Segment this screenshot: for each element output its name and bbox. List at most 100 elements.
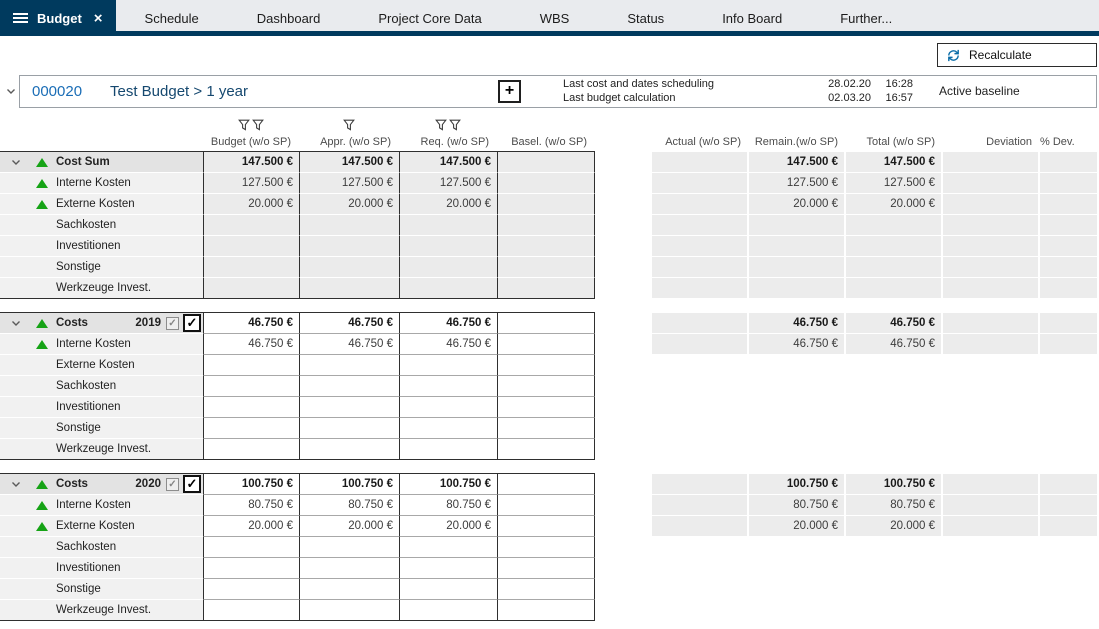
cell[interactable] — [203, 558, 299, 579]
tab-project-core-data[interactable]: Project Core Data — [349, 0, 510, 36]
cell[interactable] — [497, 558, 595, 579]
cell[interactable] — [399, 558, 497, 579]
cell[interactable]: 80.750 € — [299, 495, 399, 516]
cell[interactable] — [299, 558, 399, 579]
row-header[interactable]: Sachkosten — [0, 215, 203, 236]
recalculate-button[interactable]: Recalculate — [937, 43, 1097, 67]
row-header[interactable]: Investitionen — [0, 397, 203, 418]
cell[interactable] — [203, 537, 299, 558]
cell[interactable] — [203, 418, 299, 439]
cell[interactable] — [299, 397, 399, 418]
cell[interactable]: 20.000 € — [203, 516, 299, 537]
cell[interactable] — [497, 397, 595, 418]
column-header[interactable]: Actual (w/o SP) — [652, 133, 749, 152]
column-header[interactable]: Appr. (w/o SP) — [299, 133, 399, 152]
row-header[interactable]: Investitionen — [0, 558, 203, 579]
cell[interactable]: 20.000 € — [299, 516, 399, 537]
add-button[interactable]: + — [498, 80, 521, 103]
cell[interactable] — [399, 600, 497, 621]
column-header[interactable]: Remain.(w/o SP) — [749, 133, 846, 152]
tab-schedule[interactable]: Schedule — [116, 0, 228, 36]
cell[interactable] — [497, 418, 595, 439]
year-checkbox[interactable]: ✓ — [183, 314, 201, 332]
tab-further[interactable]: Further... — [811, 0, 921, 36]
cell[interactable] — [399, 579, 497, 600]
row-header[interactable]: Costs2019✓✓ — [0, 313, 203, 334]
cell[interactable] — [399, 439, 497, 460]
cell[interactable] — [299, 355, 399, 376]
tab-status[interactable]: Status — [598, 0, 693, 36]
column-header[interactable]: Total (w/o SP) — [846, 133, 943, 152]
row-header[interactable]: Costs2020✓✓ — [0, 474, 203, 495]
cell[interactable] — [497, 313, 595, 334]
cell[interactable] — [299, 439, 399, 460]
tab-wbs[interactable]: WBS — [511, 0, 599, 36]
row-header[interactable]: Sonstige — [0, 257, 203, 278]
tab-budget[interactable]: Budget× — [0, 0, 116, 36]
cell[interactable] — [497, 600, 595, 621]
close-tab-icon[interactable]: × — [94, 11, 103, 26]
row-header[interactable]: Werkzeuge Invest. — [0, 600, 203, 621]
cell[interactable]: 46.750 € — [399, 313, 497, 334]
cell[interactable]: 20.000 € — [399, 516, 497, 537]
column-header[interactable]: Budget (w/o SP) — [203, 133, 299, 152]
expand-chevron-icon[interactable] — [11, 481, 21, 488]
cell[interactable] — [299, 579, 399, 600]
expand-chevron-icon[interactable] — [11, 159, 21, 166]
tab-info-board[interactable]: Info Board — [693, 0, 811, 36]
cell[interactable] — [497, 495, 595, 516]
filter-icon[interactable] — [238, 119, 250, 131]
cell[interactable] — [497, 537, 595, 558]
column-header[interactable]: % Dev. — [1040, 133, 1099, 152]
column-header[interactable]: Basel. (w/o SP) — [497, 133, 595, 152]
row-header[interactable]: Cost Sum — [0, 152, 203, 173]
project-expand-chevron-icon[interactable] — [2, 88, 19, 95]
cell[interactable] — [399, 355, 497, 376]
row-header[interactable]: Interne Kosten — [0, 173, 203, 194]
cell[interactable] — [299, 600, 399, 621]
cell[interactable] — [497, 516, 595, 537]
row-header[interactable]: Sonstige — [0, 418, 203, 439]
filter-icon[interactable] — [343, 119, 355, 131]
cell[interactable]: 46.750 € — [203, 313, 299, 334]
cell[interactable]: 46.750 € — [299, 313, 399, 334]
cell[interactable] — [399, 376, 497, 397]
cell[interactable] — [497, 579, 595, 600]
year-checkbox[interactable]: ✓ — [183, 475, 201, 493]
cell[interactable] — [203, 397, 299, 418]
cell[interactable] — [399, 418, 497, 439]
cell[interactable] — [497, 474, 595, 495]
cell[interactable] — [399, 397, 497, 418]
cell[interactable]: 100.750 € — [399, 474, 497, 495]
cell[interactable]: 100.750 € — [299, 474, 399, 495]
cell[interactable] — [497, 439, 595, 460]
row-header[interactable]: Investitionen — [0, 236, 203, 257]
menu-icon[interactable] — [13, 13, 28, 23]
cell[interactable]: 46.750 € — [399, 334, 497, 355]
cell[interactable] — [497, 355, 595, 376]
tab-dashboard[interactable]: Dashboard — [228, 0, 350, 36]
cell[interactable] — [203, 600, 299, 621]
row-header[interactable]: Sachkosten — [0, 376, 203, 397]
filter-icon[interactable] — [252, 119, 264, 131]
cell[interactable]: 80.750 € — [399, 495, 497, 516]
row-header[interactable]: Interne Kosten — [0, 495, 203, 516]
row-header[interactable]: Externe Kosten — [0, 516, 203, 537]
row-header[interactable]: Sonstige — [0, 579, 203, 600]
cell[interactable]: 46.750 € — [299, 334, 399, 355]
row-header[interactable]: Sachkosten — [0, 537, 203, 558]
cell[interactable] — [203, 355, 299, 376]
cell[interactable] — [497, 376, 595, 397]
cell[interactable]: 80.750 € — [203, 495, 299, 516]
expand-chevron-icon[interactable] — [11, 320, 21, 327]
filter-icon[interactable] — [449, 119, 461, 131]
cell[interactable] — [299, 376, 399, 397]
cell[interactable] — [299, 418, 399, 439]
cell[interactable] — [203, 376, 299, 397]
row-header[interactable]: Externe Kosten — [0, 355, 203, 376]
column-header[interactable]: Req. (w/o SP) — [399, 133, 497, 152]
cell[interactable] — [203, 579, 299, 600]
row-header[interactable]: Interne Kosten — [0, 334, 203, 355]
cell[interactable]: 46.750 € — [203, 334, 299, 355]
row-header[interactable]: Werkzeuge Invest. — [0, 278, 203, 299]
